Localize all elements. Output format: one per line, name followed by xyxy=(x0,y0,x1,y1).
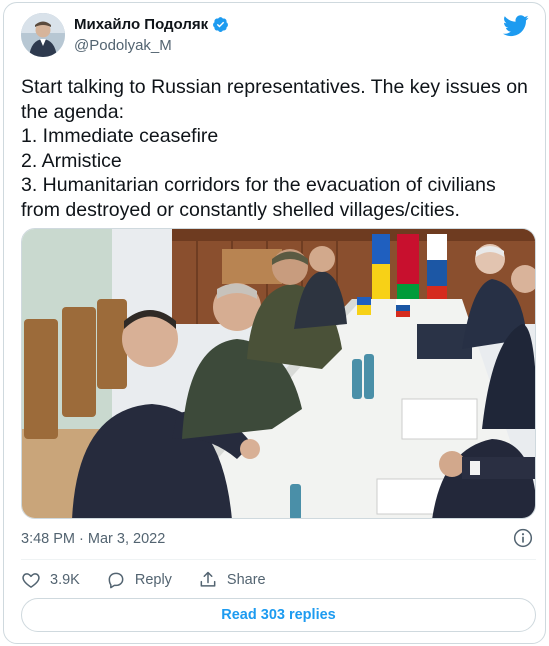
reply-bubble-icon xyxy=(108,572,124,589)
divider xyxy=(21,559,536,560)
read-replies-button[interactable]: Read 303 replies xyxy=(21,598,536,632)
tweet-text-line: from destroyed or constantly shelled vil… xyxy=(21,198,460,221)
tweet-card: Михайло Подоляк @Podolyak_M Start talkin… xyxy=(3,2,546,644)
like-button[interactable]: 3.9K xyxy=(21,570,80,590)
reply-label: Reply xyxy=(134,572,172,588)
tweet-text-line: 1. Immediate ceasefire xyxy=(21,125,219,147)
tweet-timestamp[interactable]: 3:48 PM · Mar 3, 2022 xyxy=(21,531,165,547)
author-name-row: Михайло Подоляк xyxy=(74,16,229,33)
tweet-text-line: Start talking to Russian representatives… xyxy=(21,76,528,98)
heart-icon xyxy=(22,573,40,588)
author-handle[interactable]: @Podolyak_M xyxy=(74,37,172,54)
tweet-text-line: 3. Humanitarian corridors for the evacua… xyxy=(21,174,496,196)
tweet-text: Start talking to Russian representatives… xyxy=(21,75,536,222)
tweet-photo[interactable] xyxy=(21,228,536,519)
twitter-bird-icon[interactable] xyxy=(503,15,529,37)
tweet-text-line: 2. Armistice xyxy=(21,149,122,172)
share-icon xyxy=(200,571,216,587)
verified-badge-icon xyxy=(213,17,229,32)
like-count: 3.9K xyxy=(50,572,80,588)
author-display-name[interactable]: Михайло Подоляк xyxy=(74,16,208,33)
share-button[interactable]: Share xyxy=(198,570,266,590)
share-label: Share xyxy=(226,572,266,588)
tweet-text-line: the agenda: xyxy=(21,100,125,123)
info-icon[interactable] xyxy=(513,528,533,548)
avatar[interactable] xyxy=(21,13,65,57)
reply-button[interactable]: Reply xyxy=(106,570,172,590)
tweet-actions: 3.9K Reply Share xyxy=(21,569,292,591)
